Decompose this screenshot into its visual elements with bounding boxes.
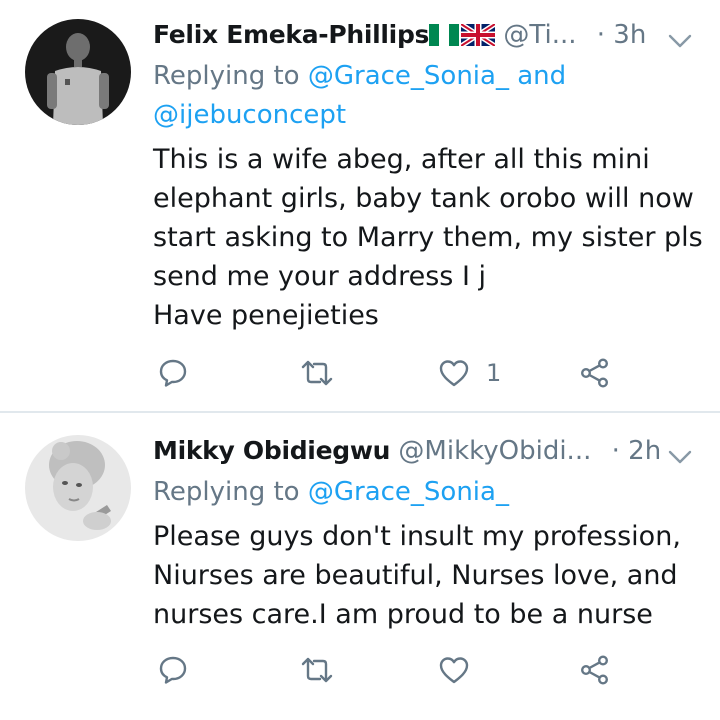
author-handle[interactable]: @Ti... [503,20,576,50]
tweet[interactable]: Felix Emeka-Phillips @Ti... · 3h Replyin… [0,0,720,412]
reply-button[interactable] [157,353,189,393]
reply-icon [157,357,189,389]
time-separator: · [611,436,620,466]
replying-prefix: Replying to [153,477,308,507]
retweet-icon [299,357,335,389]
uk-flag-icon [459,21,497,55]
retweet-button[interactable] [299,650,335,690]
tweet-header: Felix Emeka-Phillips @Ti... · 3h [153,18,720,52]
tweet-text: Please guys don't insult my profession, … [153,517,713,634]
timestamp[interactable]: 3h [613,20,646,50]
divider [0,411,720,413]
tweet-text-line: This is a wife abeg, after all this mini [153,144,650,175]
avatar[interactable] [25,19,131,125]
tweet[interactable]: Mikky Obidiegwu @MikkyObidi... · 2h Repl… [0,414,720,720]
like-icon [438,358,470,388]
nigeria-flag-icon [429,21,460,55]
tweet-text-line: start asking to Marry them, my sister pl… [153,222,703,253]
tweet-text-line: nurses care.I am proud to be a nurse [153,599,653,630]
share-icon [579,357,611,389]
replying-prefix: Replying to [153,61,308,91]
tweet-text-line: elephant girls, baby tank orobo will now [153,183,694,214]
share-button[interactable] [579,353,611,393]
tweet-header: Mikky Obidiegwu @MikkyObidi... · 2h [153,434,720,468]
like-button[interactable] [438,650,486,690]
action-bar [153,650,633,690]
author-handle[interactable]: @MikkyObidi... [398,436,591,466]
like-button[interactable]: 1 [438,353,501,393]
mention-link[interactable]: @Grace_Sonia_ [308,61,509,91]
tweet-text-line: Niurses are beautiful, Nurses love, and [153,560,678,591]
mention-link[interactable]: @Grace_Sonia_ [308,477,509,507]
reply-icon [157,654,189,686]
tweet-text-line: Have penejieties [153,300,379,331]
mention-link[interactable]: @ijebuconcept [153,100,346,130]
timestamp[interactable]: 2h [628,436,661,466]
like-icon [438,655,470,685]
mention-joiner: and [508,61,567,91]
avatar[interactable] [25,435,131,541]
replying-to: Replying to @Grace_Sonia_ [153,473,509,512]
author-name[interactable]: Mikky Obidiegwu [153,436,390,465]
tweet-text: This is a wife abeg, after all this mini… [153,140,713,335]
tweet-text-line: Please guys don't insult my profession, [153,521,681,552]
chevron-down-icon[interactable] [668,440,692,464]
author-name[interactable]: Felix Emeka-Phillips [153,20,429,49]
action-bar: 1 [153,353,633,393]
like-count: 1 [486,359,502,387]
share-icon [579,654,611,686]
share-button[interactable] [579,650,611,690]
replying-to: Replying to @Grace_Sonia_ and @ijebuconc… [153,57,566,135]
retweet-button[interactable] [299,353,335,393]
reply-button[interactable] [157,650,189,690]
time-separator: · [596,20,606,50]
retweet-icon [299,654,335,686]
tweet-text-line: send me your address I j [153,261,487,292]
chevron-down-icon[interactable] [668,24,692,48]
